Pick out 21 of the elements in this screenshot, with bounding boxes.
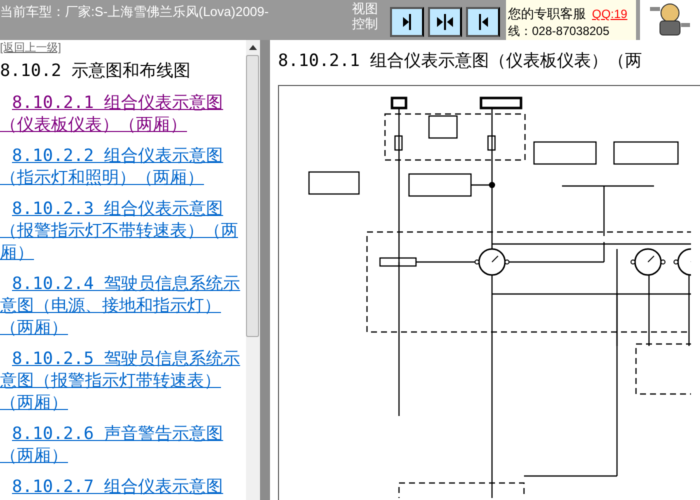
section-link[interactable]: 8.10.2.1 组合仪表示意图（仪表板仪表）（两厢） <box>0 92 246 136</box>
scroll-up-icon[interactable] <box>248 45 257 50</box>
section-link[interactable]: 8.10.2.7 组合仪表示意图 <box>0 476 246 498</box>
scrollbar-thumb[interactable] <box>246 55 260 337</box>
phone-text: 线：028-87038205 <box>508 24 610 38</box>
section-link[interactable]: 8.10.2.3 组合仪表示意图（报警指示灯不带转速表）（两厢） <box>0 198 246 264</box>
view-toggle-button[interactable] <box>390 7 424 37</box>
qq-link[interactable]: QQ:19 <box>592 5 628 23</box>
support-label: 您的专职客服 <box>508 5 586 23</box>
view-toggle-button[interactable] <box>466 7 500 37</box>
section-heading: 8.10.2 示意图和布线图 <box>0 60 192 83</box>
section-link[interactable]: 8.10.2.4 驾驶员信息系统示意图（电源、接地和指示灯）（两厢） <box>0 273 246 339</box>
diagram-title: 8.10.2.1 组合仪表示意图（仪表板仪表）（两 <box>278 50 644 72</box>
view-control-label: 视图控制 <box>352 1 379 31</box>
section-link[interactable]: 8.10.2.5 驾驶员信息系统示意图（报警指示灯带转速表）（两厢） <box>0 348 246 414</box>
view-toggle-button[interactable] <box>428 7 462 37</box>
section-link[interactable]: 8.10.2.6 声音警告示意图（两厢） <box>0 423 246 467</box>
scrollbar[interactable] <box>246 40 260 500</box>
back-link[interactable]: [返回上一级] <box>0 41 246 55</box>
car-model-text: 当前车型：厂家:S-上海雪佛兰乐风(Lova)2009- <box>0 3 270 21</box>
section-link[interactable]: 8.10.2.2 组合仪表示意图（指示灯和照明）（两厢） <box>0 145 246 189</box>
